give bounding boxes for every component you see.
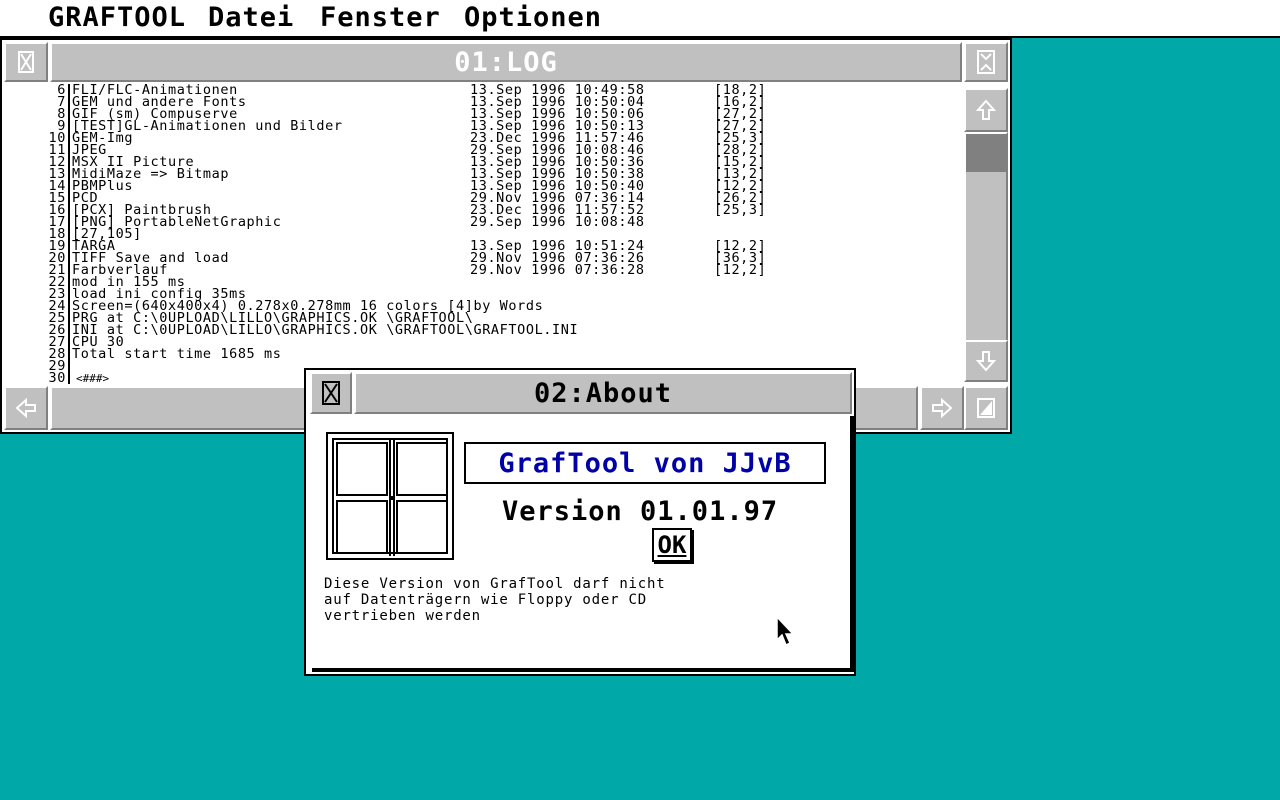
menu-fenster[interactable]: Fenster bbox=[320, 2, 441, 34]
log-gutter bbox=[68, 84, 70, 384]
scroll-left-button[interactable] bbox=[4, 386, 48, 430]
log-fuller-button[interactable] bbox=[964, 42, 1008, 82]
menu-datei[interactable]: Datei bbox=[208, 2, 294, 34]
size-box[interactable] bbox=[964, 386, 1008, 430]
log-close-button[interactable] bbox=[4, 42, 48, 82]
about-window: 02:About GrafTool von JJvB Version 01.01… bbox=[304, 368, 856, 676]
app-title: GrafTool von JJvB bbox=[498, 447, 792, 479]
about-close-button[interactable] bbox=[310, 372, 352, 414]
version-text: Version 01.01.97 bbox=[502, 496, 779, 527]
arrow-up-icon bbox=[976, 99, 996, 120]
app-title-box: GrafTool von JJvB bbox=[464, 442, 826, 484]
menu-optionen[interactable]: Optionen bbox=[464, 2, 602, 34]
about-dialog-body: GrafTool von JJvB Version 01.01.97 OK Di… bbox=[312, 416, 854, 672]
sizer-icon bbox=[977, 398, 995, 418]
arrow-right-icon bbox=[932, 398, 953, 418]
menu-graftool[interactable]: GRAFTOOL bbox=[48, 2, 186, 34]
arrow-left-icon bbox=[15, 398, 36, 418]
log-line-date: 29.Sep 1996 10:08:48 bbox=[470, 214, 645, 230]
scroll-down-button[interactable] bbox=[964, 340, 1008, 382]
close-icon bbox=[18, 51, 34, 73]
menu-bar: GRAFTOOL Datei Fenster Optionen bbox=[0, 0, 1280, 38]
about-window-title: 02:About bbox=[533, 377, 673, 409]
log-text-cursor: <###> bbox=[76, 372, 110, 384]
close-icon bbox=[322, 381, 340, 405]
about-title-bar[interactable]: 02:About bbox=[354, 372, 852, 414]
distribution-notice: Diese Version von GrafTool darf nicht au… bbox=[324, 576, 666, 624]
ok-button[interactable]: OK bbox=[652, 528, 692, 562]
log-line-size: [12,2] bbox=[714, 262, 767, 278]
log-title-bar[interactable]: 01:LOG bbox=[50, 42, 962, 82]
log-line-text: INI at C:\0UPLOAD\LILLO\GRAPHICS.OK \GRA… bbox=[72, 322, 579, 338]
log-line-date: 29.Nov 1996 07:36:28 bbox=[470, 262, 645, 278]
mouse-pointer-icon bbox=[776, 616, 795, 647]
log-content[interactable]: 6 FLI/FLC-Animationen 13.Sep 1996 10:49:58… bbox=[4, 84, 962, 384]
arrow-down-icon bbox=[976, 351, 996, 372]
log-line-size: [25,3] bbox=[714, 202, 767, 218]
scroll-right-button[interactable] bbox=[920, 386, 964, 430]
fuller-icon bbox=[977, 50, 995, 74]
scroll-up-button[interactable] bbox=[964, 88, 1008, 132]
log-line-number: 30 bbox=[48, 370, 66, 384]
log-window-title: 01:LOG bbox=[454, 46, 558, 78]
log-line-text: Total start time 1685 ms bbox=[72, 346, 282, 362]
vertical-scroll-thumb[interactable] bbox=[966, 134, 1006, 172]
window-logo-icon bbox=[326, 432, 454, 560]
